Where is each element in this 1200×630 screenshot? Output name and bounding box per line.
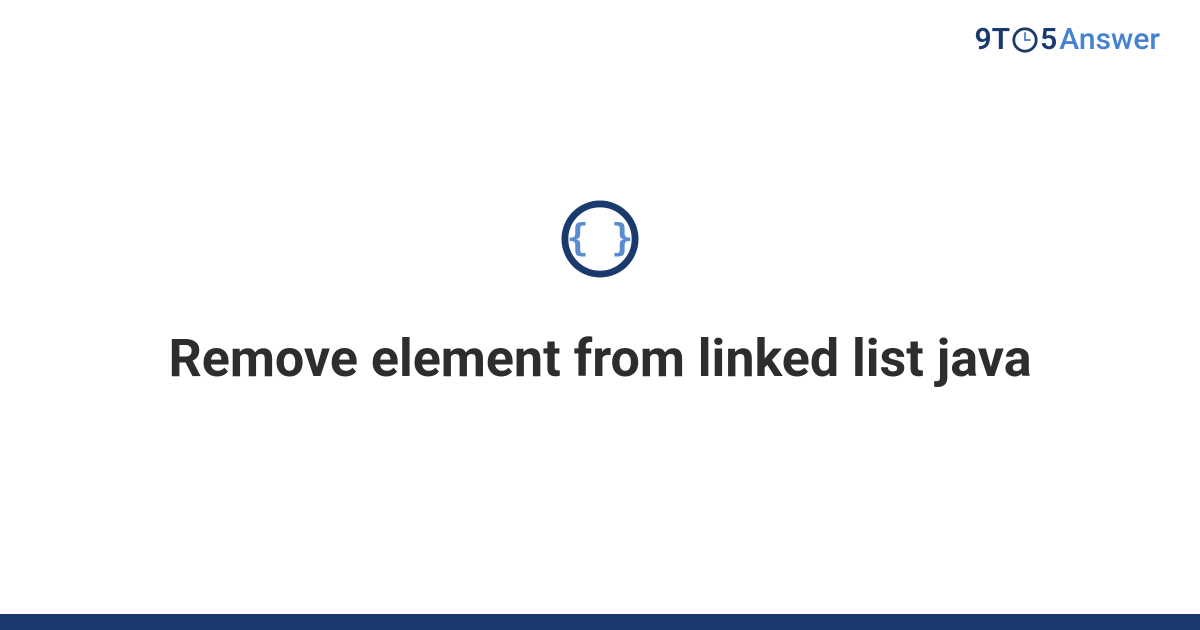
code-braces-icon: { } xyxy=(561,200,639,278)
page-title: Remove element from linked list java xyxy=(168,326,1031,391)
footer-accent-bar xyxy=(0,614,1200,630)
main-content: { } Remove element from linked list java xyxy=(0,0,1200,630)
svg-text:{ }: { } xyxy=(567,216,634,259)
